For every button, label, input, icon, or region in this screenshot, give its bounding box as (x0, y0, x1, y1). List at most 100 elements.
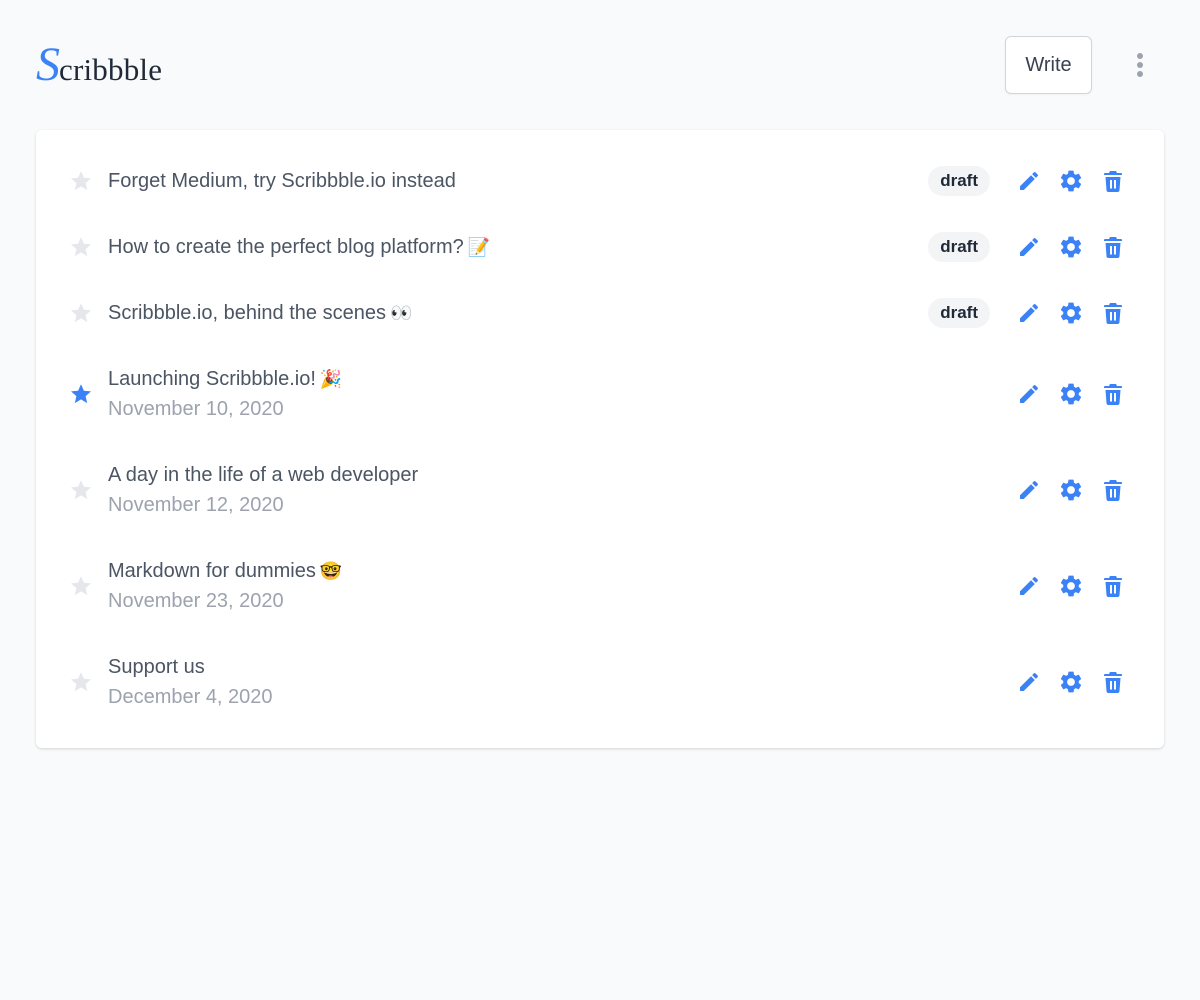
edit-button[interactable] (1016, 573, 1042, 599)
delete-button[interactable] (1100, 669, 1126, 695)
trash-icon (1101, 478, 1125, 502)
post-title-text: A day in the life of a web developer (108, 464, 419, 486)
star-icon[interactable] (68, 573, 94, 599)
star-icon[interactable] (68, 234, 94, 260)
post-actions (1016, 573, 1126, 599)
post-title-emoji: 🤓 (319, 561, 343, 581)
logo-text: cribbble (59, 52, 163, 87)
edit-button[interactable] (1016, 300, 1042, 326)
pencil-icon (1017, 382, 1041, 406)
trash-icon (1101, 235, 1125, 259)
delete-button[interactable] (1100, 234, 1126, 260)
post-actions (1016, 300, 1126, 326)
gear-icon (1058, 234, 1084, 260)
post-title-text: How to create the perfect blog platform? (108, 236, 464, 258)
post-row-5: A day in the life of a web developer Nov… (36, 442, 1164, 538)
posts-card: Forget Medium, try Scribbble.io instead … (36, 130, 1164, 748)
post-row-6: Markdown for dummies 🤓 November 23, 2020 (36, 538, 1164, 634)
post-row-7: Support us December 4, 2020 (36, 634, 1164, 730)
post-actions (1016, 669, 1126, 695)
logo-initial: S (36, 38, 60, 91)
post-title-text: Scribbble.io, behind the scenes (108, 302, 386, 324)
post-date: November 23, 2020 (108, 590, 284, 612)
settings-button[interactable] (1058, 381, 1084, 407)
post-title[interactable]: Markdown for dummies 🤓 (108, 557, 1016, 585)
post-row-3: Scribbble.io, behind the scenes 👀 draft (36, 280, 1164, 346)
header-actions: Write (1005, 36, 1164, 94)
settings-button[interactable] (1058, 168, 1084, 194)
post-title-emoji: 🎉 (319, 369, 343, 389)
gear-icon (1058, 168, 1084, 194)
settings-button[interactable] (1058, 573, 1084, 599)
post-title[interactable]: Support us (108, 653, 1016, 681)
delete-button[interactable] (1100, 168, 1126, 194)
post-title-emoji: 📝 (467, 237, 491, 257)
star-icon[interactable] (68, 669, 94, 695)
delete-button[interactable] (1100, 477, 1126, 503)
gear-icon (1058, 477, 1084, 503)
scribbble-logo[interactable]: S cribbble (36, 41, 162, 89)
post-text: Markdown for dummies 🤓 November 23, 2020 (108, 557, 1016, 615)
trash-icon (1101, 382, 1125, 406)
gear-icon (1058, 381, 1084, 407)
trash-icon (1101, 670, 1125, 694)
post-title-text: Support us (108, 656, 205, 678)
gear-icon (1058, 669, 1084, 695)
pencil-icon (1017, 301, 1041, 325)
post-date: November 10, 2020 (108, 398, 284, 420)
post-row-1: Forget Medium, try Scribbble.io instead … (36, 148, 1164, 214)
post-title-text: Markdown for dummies (108, 560, 316, 582)
edit-button[interactable] (1016, 381, 1042, 407)
post-title[interactable]: How to create the perfect blog platform?… (108, 233, 928, 261)
edit-button[interactable] (1016, 234, 1042, 260)
post-actions (1016, 168, 1126, 194)
app-header: S cribbble Write (36, 36, 1164, 94)
star-icon-active[interactable] (68, 381, 94, 407)
post-title-text: Forget Medium, try Scribbble.io instead (108, 170, 456, 192)
more-vertical-icon (1136, 52, 1144, 78)
settings-button[interactable] (1058, 477, 1084, 503)
pencil-icon (1017, 574, 1041, 598)
pencil-icon (1017, 670, 1041, 694)
trash-icon (1101, 169, 1125, 193)
post-text: How to create the perfect blog platform?… (108, 233, 928, 261)
post-title[interactable]: Forget Medium, try Scribbble.io instead (108, 167, 928, 195)
post-title[interactable]: Launching Scribbble.io! 🎉 (108, 365, 1016, 393)
star-icon[interactable] (68, 300, 94, 326)
delete-button[interactable] (1100, 381, 1126, 407)
trash-icon (1101, 574, 1125, 598)
post-date: November 12, 2020 (108, 494, 284, 516)
draft-badge: draft (928, 166, 990, 196)
settings-button[interactable] (1058, 669, 1084, 695)
edit-button[interactable] (1016, 168, 1042, 194)
post-title[interactable]: Scribbble.io, behind the scenes 👀 (108, 299, 928, 327)
post-list: Forget Medium, try Scribbble.io instead … (36, 148, 1164, 730)
trash-icon (1101, 301, 1125, 325)
post-date: December 4, 2020 (108, 686, 273, 708)
post-actions (1016, 477, 1126, 503)
star-icon[interactable] (68, 477, 94, 503)
delete-button[interactable] (1100, 300, 1126, 326)
post-text: Forget Medium, try Scribbble.io instead (108, 167, 928, 195)
post-actions (1016, 381, 1126, 407)
post-title[interactable]: A day in the life of a web developer (108, 461, 1016, 489)
draft-badge: draft (928, 298, 990, 328)
edit-button[interactable] (1016, 477, 1042, 503)
delete-button[interactable] (1100, 573, 1126, 599)
post-text: Scribbble.io, behind the scenes 👀 (108, 299, 928, 327)
more-options-button[interactable] (1116, 36, 1164, 94)
post-title-emoji: 👀 (389, 303, 413, 323)
settings-button[interactable] (1058, 234, 1084, 260)
post-actions (1016, 234, 1126, 260)
post-title-text: Launching Scribbble.io! (108, 368, 316, 390)
write-button[interactable]: Write (1005, 36, 1092, 94)
draft-badge: draft (928, 232, 990, 262)
gear-icon (1058, 300, 1084, 326)
edit-button[interactable] (1016, 669, 1042, 695)
settings-button[interactable] (1058, 300, 1084, 326)
pencil-icon (1017, 235, 1041, 259)
post-text: Support us December 4, 2020 (108, 653, 1016, 711)
pencil-icon (1017, 478, 1041, 502)
post-row-2: How to create the perfect blog platform?… (36, 214, 1164, 280)
star-icon[interactable] (68, 168, 94, 194)
